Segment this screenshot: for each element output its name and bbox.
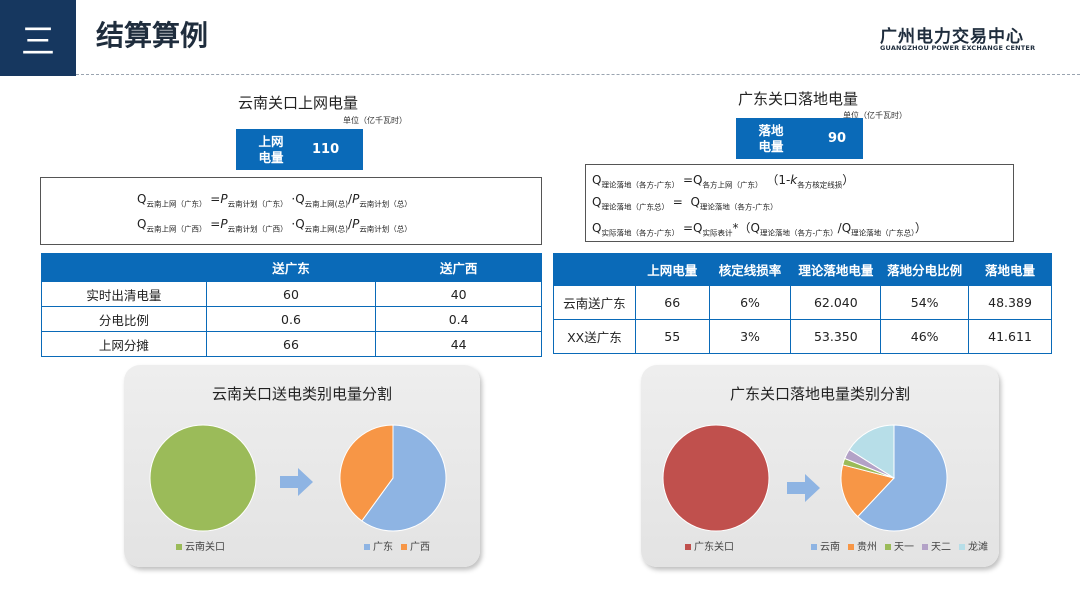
right-pie-chart: 广东关口落地电量类别分割广东关口 云南 贵州 天一 天二 龙滩 (662, 385, 988, 553)
table-cell: 55 (634, 319, 710, 354)
right-kpi-value: 90 (828, 131, 847, 146)
left-chart-card: 云南关口送电类别电量分割云南关口 广东 广西 (124, 365, 480, 567)
table-cell: 云南送广东 (553, 285, 636, 320)
left-section-title: 云南关口上网电量 (238, 94, 359, 112)
source-pie-slice (662, 424, 770, 532)
table-cell: 6% (708, 285, 792, 320)
right-table-header: 落地分电比例 (880, 253, 970, 286)
left-table-header (41, 253, 207, 282)
right-formula-line-1: Q理论落地（各方-广东） =Q各方上网（广东） （1-k各方核定线损） (592, 173, 855, 190)
left-kpi-label: 上网 电量 (258, 133, 284, 165)
split-legend-label: 龙滩 (968, 540, 988, 553)
split-legend-label: 广西 (410, 541, 430, 553)
source-legend-swatch (176, 544, 182, 550)
right-table-header: 理论落地电量 (790, 253, 882, 286)
right-chart-card: 广东关口落地电量类别分割广东关口 云南 贵州 天一 天二 龙滩 (641, 365, 999, 567)
right-table-header-row: 上网电量 核定线损率 理论落地电量 落地分电比例 落地电量 (553, 253, 1052, 286)
left-table-header: 送广西 (375, 253, 542, 282)
table-row: 实时出清电量 60 40 (41, 281, 542, 307)
table-cell: 0.6 (205, 306, 377, 332)
table-cell: 53.350 (790, 319, 882, 354)
split-legend-swatch (922, 544, 928, 550)
table-cell: 40 (375, 281, 542, 307)
table-cell: XX送广东 (553, 319, 636, 354)
split-legend-label: 天一 (894, 542, 914, 553)
left-table-header-row: 送广东 送广西 (41, 253, 542, 282)
right-formula-line-2: Q理论落地（广东总） = Q理论落地（各方-广东） (592, 195, 778, 212)
source-legend-label: 广东关口 (694, 540, 734, 553)
split-legend-label: 贵州 (857, 540, 877, 553)
right-table-header (553, 253, 636, 286)
table-cell: 46% (880, 319, 970, 354)
left-table-header: 送广东 (205, 253, 377, 282)
split-legend-swatch (885, 544, 891, 550)
table-row: 分电比例 0.6 0.4 (41, 306, 542, 332)
right-table-header: 落地电量 (968, 253, 1052, 286)
right-table: 上网电量 核定线损率 理论落地电量 落地分电比例 落地电量 云南送广东 66 6… (553, 253, 1052, 354)
brand-name-en: GUANGZHOU POWER EXCHANGE CENTER (880, 44, 1036, 52)
source-pie-slice (149, 424, 257, 532)
split-legend-label: 广东 (373, 540, 393, 553)
source-legend-swatch (685, 544, 691, 550)
right-section-title: 广东关口落地电量 (738, 90, 859, 108)
table-cell: 62.040 (790, 285, 882, 320)
page-title: 结算算例 (96, 19, 209, 52)
table-cell: 54% (880, 285, 970, 320)
chart-title: 云南关口送电类别电量分割 (212, 385, 392, 403)
left-unit-label: 单位（亿千瓦时） (343, 116, 407, 125)
split-legend-swatch (811, 544, 817, 550)
table-row: 云南送广东 66 6% 62.040 54% 48.389 (553, 285, 1052, 320)
right-table-header: 上网电量 (634, 253, 710, 286)
left-formula-line-2: Q云南上网（广西） =P云南计划（广西） ·Q云南上网(总)/P云南计划（总） (137, 217, 412, 234)
table-cell: 44 (375, 331, 542, 357)
right-kpi-label: 落地 电量 (758, 122, 784, 154)
table-row: XX送广东 55 3% 53.350 46% 41.611 (553, 319, 1052, 354)
table-cell: 41.611 (968, 319, 1052, 354)
split-legend-swatch (848, 544, 854, 550)
table-cell: 0.4 (375, 306, 542, 332)
split-legend-swatch (401, 544, 407, 550)
chart-title: 广东关口落地电量类别分割 (730, 385, 910, 403)
left-formula-line-1: Q云南上网（广东） =P云南计划（广东） ·Q云南上网(总)/P云南计划（总） (137, 192, 412, 209)
table-cell: 60 (205, 281, 377, 307)
section-number-badge: 三 (0, 0, 76, 76)
table-row: 上网分摊 66 44 (41, 331, 542, 357)
arrow-icon (280, 468, 313, 496)
table-cell: 66 (205, 331, 377, 357)
split-legend-label: 天二 (931, 542, 951, 553)
table-cell: 48.389 (968, 285, 1052, 320)
table-cell: 66 (634, 285, 710, 320)
left-kpi-box: 上网 电量 110 (236, 129, 363, 170)
source-legend-label: 云南关口 (185, 540, 225, 553)
table-cell: 实时出清电量 (41, 281, 207, 307)
header-divider (76, 74, 1080, 75)
left-formula-box: Q云南上网（广东） =P云南计划（广东） ·Q云南上网(总)/P云南计划（总） … (40, 177, 542, 245)
left-pie-chart: 云南关口送电类别电量分割云南关口 广东 广西 (149, 385, 447, 553)
left-table: 送广东 送广西 实时出清电量 60 40 分电比例 0.6 0.4 上网分摊 6… (41, 253, 542, 357)
split-legend-label: 云南 (820, 540, 840, 553)
split-legend-swatch (364, 544, 370, 550)
right-kpi-box: 落地 电量 90 (736, 118, 863, 159)
right-table-header: 核定线损率 (708, 253, 792, 286)
table-cell: 3% (708, 319, 792, 354)
table-cell: 分电比例 (41, 306, 207, 332)
right-formula-line-3: Q实际落地（各方-广东） =Q实际表计*（Q理论落地（各方-广东）/Q理论落地（… (592, 221, 927, 238)
arrow-icon (787, 474, 820, 502)
table-cell: 上网分摊 (41, 331, 207, 357)
right-formula-box: Q理论落地（各方-广东） =Q各方上网（广东） （1-k各方核定线损） Q理论落… (585, 164, 1014, 242)
split-legend-swatch (959, 544, 965, 550)
left-kpi-value: 110 (312, 142, 340, 157)
